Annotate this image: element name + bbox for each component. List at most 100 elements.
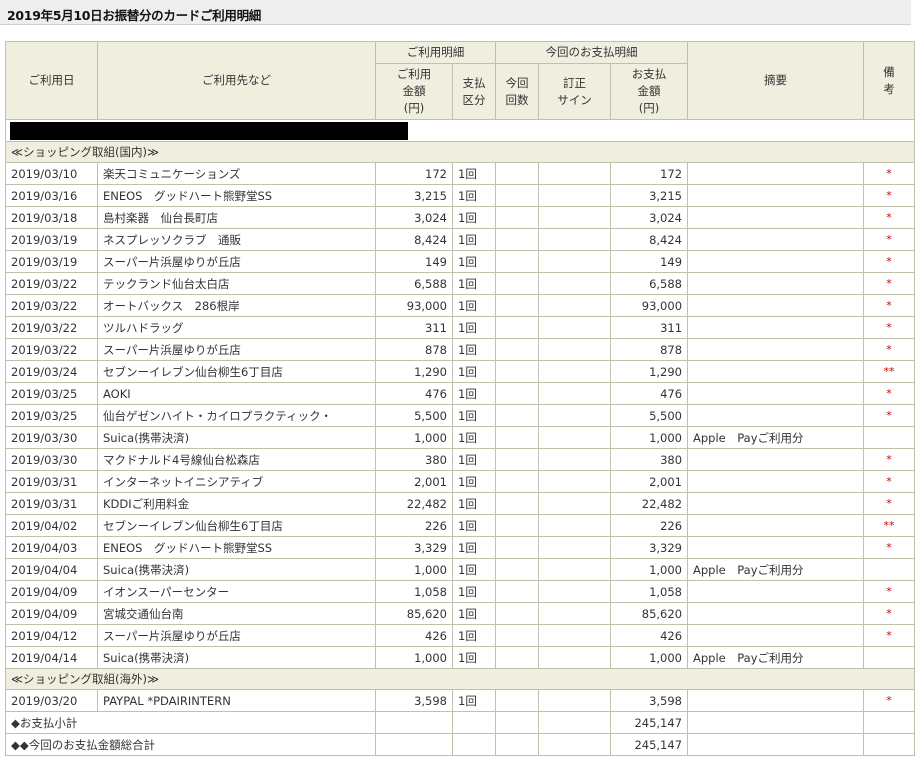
cell-note-mark: * [863, 382, 916, 405]
cell-this-count [495, 404, 539, 427]
cell-amount: 8,424 [375, 228, 453, 251]
cell-payment-amount: 5,500 [609, 404, 689, 427]
cell-this-count [495, 492, 539, 515]
cell-date: 2019/03/25 [5, 404, 98, 427]
cell-date: 2019/03/24 [5, 360, 98, 383]
cell-note-mark: * [863, 316, 916, 339]
cell-amount: 1,000 [375, 426, 453, 449]
cell-date: 2019/03/22 [5, 294, 98, 317]
cell-summary [687, 470, 865, 493]
cell-this-count [495, 448, 539, 471]
table-row: 2019/03/19 スーパー片浜屋ゆりが丘店 149 1回 149 * [5, 250, 916, 273]
cell-date: 2019/03/20 [5, 689, 98, 712]
cell-amount: 226 [375, 514, 453, 537]
cell-date: 2019/03/19 [5, 228, 98, 251]
cell-pay-type: 1回 [452, 184, 496, 207]
header-payment-amount: お支払 金額 (円) [609, 63, 689, 120]
cell-note-mark: * [863, 184, 916, 207]
cell-correction-sign [538, 162, 611, 185]
cell-pay-type: 1回 [452, 689, 496, 712]
total-row: ◆お支払小計 245,147 [5, 711, 916, 734]
cell-date: 2019/03/30 [5, 448, 98, 471]
cell-summary: Apple Payご利用分 [687, 426, 865, 449]
table-row: 2019/03/22 オートバックス 286根岸 93,000 1回 93,000 * [5, 294, 916, 317]
cell-pay-type: 1回 [452, 404, 496, 427]
header-payment-group: 今回のお支払明細 [494, 41, 689, 64]
header-this-count: 今回 回数 [495, 63, 539, 120]
cell-correction-sign [538, 580, 611, 603]
cell-summary [687, 580, 865, 603]
cell-payment-amount: 3,598 [609, 689, 689, 712]
cell-correction-sign [538, 470, 611, 493]
table-row: 2019/03/19 ネスプレッソクラブ 通販 8,424 1回 8,424 * [5, 228, 916, 251]
cell-correction-sign [538, 624, 611, 647]
cell-amount: 22,482 [375, 492, 453, 515]
cell-pay-type: 1回 [452, 602, 496, 625]
cell-this-count [495, 272, 539, 295]
cell-amount: 93,000 [375, 294, 453, 317]
cell-this-count [495, 602, 539, 625]
total-empty-cell [452, 733, 496, 756]
cell-amount: 2,001 [375, 470, 453, 493]
cell-this-count [495, 162, 539, 185]
cell-this-count [495, 646, 539, 669]
cell-note-mark: * [863, 250, 916, 273]
cell-correction-sign [538, 338, 611, 361]
cell-merchant: インターネットイニシアティブ [97, 470, 376, 493]
cell-date: 2019/03/31 [5, 470, 98, 493]
cell-payment-amount: 1,058 [609, 580, 689, 603]
total-value: 245,147 [609, 733, 689, 756]
cell-date: 2019/04/02 [5, 514, 98, 537]
table-row: 2019/03/20 PAYPAL *PDAIRINTERN 3,598 1回 3,59… [5, 689, 916, 712]
total-empty-cell [863, 733, 916, 756]
cell-note-mark: * [863, 162, 916, 185]
cell-amount: 3,598 [375, 689, 453, 712]
cell-pay-type: 1回 [452, 382, 496, 405]
cell-date: 2019/04/12 [5, 624, 98, 647]
cell-merchant: 仙台ゲゼンハイト・カイロプラクティック・ [97, 404, 376, 427]
cell-pay-type: 1回 [452, 250, 496, 273]
header-correction-sign: 訂正 サイン [538, 63, 611, 120]
table-row: 2019/03/24 セブンーイレブン仙台柳生6丁目店 1,290 1回 1,290 ** [5, 360, 916, 383]
total-empty-cell [452, 711, 496, 734]
cell-merchant: ENEOS グッドハート熊野堂SS [97, 184, 376, 207]
cell-merchant: マクドナルド4号線仙台松森店 [97, 448, 376, 471]
total-value: 245,147 [609, 711, 689, 734]
cell-date: 2019/03/30 [5, 426, 98, 449]
table-row: 2019/04/09 イオンスーパーセンター 1,058 1回 1,058 * [5, 580, 916, 603]
cell-this-count [495, 294, 539, 317]
total-empty-cell [538, 711, 611, 734]
cell-pay-type: 1回 [452, 206, 496, 229]
cell-amount: 426 [375, 624, 453, 647]
cell-merchant: Suica(携帯決済) [97, 558, 376, 581]
table-row: 2019/03/22 テックランド仙台太白店 6,588 1回 6,588 * [5, 272, 916, 295]
cell-merchant: KDDIご利用料金 [97, 492, 376, 515]
cell-pay-type: 1回 [452, 624, 496, 647]
cell-this-count [495, 206, 539, 229]
cell-merchant: Suica(携帯決済) [97, 646, 376, 669]
cell-merchant: ツルハドラッグ [97, 316, 376, 339]
cell-this-count [495, 580, 539, 603]
card-info-row [4, 119, 916, 142]
cell-summary [687, 250, 865, 273]
cell-amount: 1,000 [375, 558, 453, 581]
cell-payment-amount: 3,215 [609, 184, 689, 207]
table-row: 2019/03/30 Suica(携帯決済) 1,000 1回 1,000 Apple P… [5, 426, 916, 449]
cell-correction-sign [538, 360, 611, 383]
header-date: ご利用日 [5, 41, 98, 120]
cell-this-count [495, 250, 539, 273]
table-row: 2019/04/03 ENEOS グッドハート熊野堂SS 3,329 1回 3,329 * [5, 536, 916, 559]
cell-this-count [495, 382, 539, 405]
total-label: ◆お支払小計 [5, 711, 376, 734]
table-row: 2019/03/18 島村楽器 仙台長町店 3,024 1回 3,024 * [5, 206, 916, 229]
cell-amount: 311 [375, 316, 453, 339]
cell-payment-amount: 1,290 [609, 360, 689, 383]
cell-pay-type: 1回 [452, 580, 496, 603]
cell-amount: 3,024 [375, 206, 453, 229]
cell-summary [687, 536, 865, 559]
cell-date: 2019/03/10 [5, 162, 98, 185]
header-amount: ご利用 金額 (円) [375, 63, 453, 120]
cell-note-mark: * [863, 228, 916, 251]
cell-summary [687, 360, 865, 383]
cell-pay-type: 1回 [452, 514, 496, 537]
